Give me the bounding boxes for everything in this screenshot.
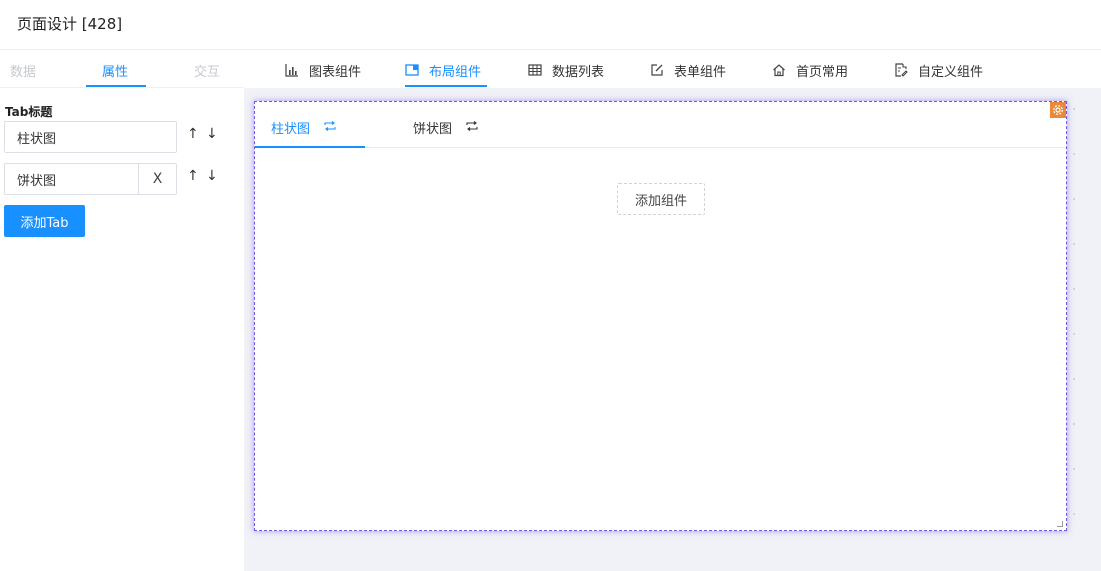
design-canvas: 柱状图 饼状图 添加组件	[244, 88, 1101, 571]
settings-gear-icon[interactable]	[1050, 102, 1066, 118]
active-component-tab-indicator	[255, 146, 365, 148]
tab-item-row: X ↑ ↓	[4, 163, 224, 195]
add-tab-button[interactable]: 添加Tab	[4, 205, 85, 237]
toolbar-item-datalist[interactable]: 数据列表	[528, 61, 605, 80]
component-toolbar: 图表组件 布局组件 数据列表 表单组件 首页常用 自定义组件	[244, 50, 1101, 88]
toolbar-item-layout[interactable]: 布局组件	[405, 61, 482, 80]
toolbar-item-label: 自定义组件	[918, 64, 984, 80]
component-tabs-bar: 柱状图 饼状图	[255, 102, 1066, 148]
tab-title-input[interactable]	[4, 121, 177, 153]
home-icon	[772, 63, 786, 77]
move-up-icon[interactable]: ↑	[187, 168, 199, 184]
move-down-icon[interactable]: ↓	[206, 126, 218, 142]
active-toolbar-indicator	[405, 85, 487, 87]
toolbar-item-label: 表单组件	[674, 64, 727, 80]
page-title: 页面设计 [428]	[17, 15, 123, 33]
toolbar-item-form[interactable]: 表单组件	[650, 61, 727, 80]
toolbar-item-home[interactable]: 首页常用	[772, 61, 849, 80]
panel-tabs: 数据 属性 交互	[0, 50, 244, 88]
component-tab-label: 柱状图	[271, 122, 311, 137]
edit-form-icon	[650, 63, 664, 77]
move-down-icon[interactable]: ↓	[206, 168, 218, 184]
layout-icon	[405, 63, 419, 77]
add-component-button[interactable]: 添加组件	[617, 183, 705, 215]
swap-icon[interactable]	[324, 120, 336, 135]
move-up-icon[interactable]: ↑	[187, 126, 199, 142]
active-tab-indicator	[86, 85, 146, 87]
component-tab-pie-chart[interactable]: 饼状图	[413, 118, 478, 137]
tab-properties[interactable]: 属性	[102, 61, 128, 80]
tab-item-row: ↑ ↓	[4, 121, 224, 153]
toolbar-item-custom[interactable]: 自定义组件	[894, 61, 984, 80]
resize-handle[interactable]	[1057, 521, 1063, 527]
toolbar-item-label: 布局组件	[429, 64, 482, 80]
bar-chart-icon	[285, 63, 299, 77]
tab-title-label: Tab标题	[5, 105, 53, 119]
toolbar-item-label: 图表组件	[309, 64, 362, 80]
toolbar-item-label: 数据列表	[552, 64, 605, 80]
swap-icon[interactable]	[466, 120, 478, 135]
properties-panel: 数据 属性 交互 Tab标题 ↑ ↓ X ↑ ↓ 添加Tab	[0, 50, 244, 571]
component-tab-label: 饼状图	[413, 122, 453, 137]
tabs-component[interactable]: 柱状图 饼状图 添加组件	[254, 101, 1067, 531]
canvas-grid-dots	[1073, 108, 1077, 548]
toolbar-item-label: 首页常用	[796, 64, 849, 80]
component-tab-bar-chart[interactable]: 柱状图	[271, 118, 336, 137]
tab-data[interactable]: 数据	[10, 61, 36, 80]
custom-doc-icon	[894, 63, 908, 77]
tab-title-input[interactable]	[4, 163, 139, 195]
delete-tab-button[interactable]: X	[138, 163, 177, 195]
table-icon	[528, 63, 542, 77]
tab-interaction[interactable]: 交互	[194, 61, 220, 80]
toolbar-item-chart[interactable]: 图表组件	[285, 61, 362, 80]
page-header: 页面设计 [428]	[0, 0, 1101, 50]
